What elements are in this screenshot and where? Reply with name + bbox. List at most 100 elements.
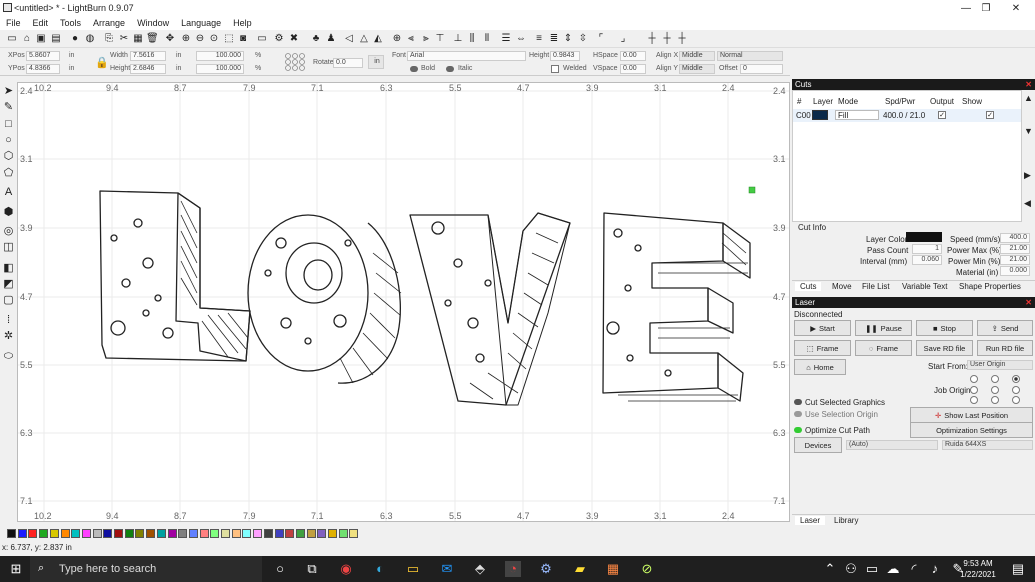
power-max-field[interactable]: 21.00 (1000, 244, 1030, 254)
order-icon[interactable]: ≡ (533, 33, 545, 45)
origin-radio-br[interactable] (1012, 396, 1020, 404)
align-vcenter-icon[interactable]: ⫼ (466, 33, 478, 45)
order-4-icon[interactable]: ⇳ (577, 33, 589, 45)
offset-icon[interactable]: ◎ (2, 225, 15, 238)
clock-date[interactable]: 1/22/2021 (955, 570, 1001, 579)
align-center-icon[interactable]: ⊕ (391, 33, 403, 45)
app-icon-2[interactable]: ▦ (605, 561, 621, 577)
menu-window[interactable]: Window (131, 18, 175, 28)
mode-select[interactable]: Fill (835, 110, 879, 120)
paste-icon[interactable]: ▦ (132, 33, 144, 45)
send-button[interactable]: ⇪ Send (977, 320, 1033, 336)
ellipse-icon[interactable]: ○ (2, 134, 15, 147)
palette-swatch[interactable] (210, 529, 220, 538)
vspace-field[interactable]: 0.00 (620, 64, 646, 74)
palette-swatch[interactable] (188, 529, 198, 538)
grid-2-icon[interactable]: ┼ (661, 33, 673, 45)
frame-button[interactable]: ⬚ Frame (794, 340, 851, 356)
chrome-icon[interactable]: ◉ (338, 561, 354, 577)
corner-2-icon[interactable]: ⌟ (617, 33, 629, 45)
tab-move[interactable]: Move (832, 282, 852, 291)
move-layer-up-icon[interactable]: ▲ (1024, 93, 1033, 103)
port-select[interactable]: (Auto) (846, 440, 938, 450)
origin-radio-ml[interactable] (970, 386, 978, 394)
palette-swatch[interactable] (156, 529, 166, 538)
pause-button[interactable]: ❚❚ Pause (855, 320, 912, 336)
menu-edit[interactable]: Edit (27, 18, 55, 28)
palette-swatch[interactable] (49, 529, 59, 538)
file-explorer-icon[interactable]: ▭ (405, 561, 421, 577)
ypos-field[interactable]: 4.8366 (26, 64, 60, 74)
width-field[interactable]: 7.5616 (130, 51, 166, 61)
align-top-icon[interactable]: ⊤ (434, 33, 446, 45)
devices-button[interactable]: Devices (794, 437, 842, 453)
menu-file[interactable]: File (0, 18, 27, 28)
palette-swatch[interactable] (114, 529, 123, 538)
show-checkbox[interactable]: ✓ (986, 111, 994, 119)
move-layer-down-icon[interactable]: ▼ (1024, 126, 1033, 136)
edge-icon[interactable]: ◐ (372, 561, 388, 577)
aligny-select[interactable]: Middle (679, 64, 715, 74)
copy-icon[interactable]: ⎘ (103, 33, 115, 45)
laser-close-icon[interactable]: ✕ (1025, 297, 1032, 308)
alignx-select[interactable]: Middle (679, 51, 715, 61)
import-icon[interactable]: ● (69, 33, 81, 45)
palette-swatch[interactable] (295, 529, 305, 538)
origin-radio-tr[interactable] (1012, 375, 1020, 383)
cuts-close-icon[interactable]: ✕ (1025, 79, 1032, 90)
rotate-field[interactable]: 0.0 (333, 58, 363, 68)
settings-icon[interactable]: ⚙ (273, 33, 285, 45)
cortana-icon[interactable]: ○ (272, 561, 288, 577)
tab-file-list[interactable]: File List (862, 282, 890, 291)
scale-h-field[interactable]: 100.000 (196, 64, 244, 74)
taskbar-search[interactable]: ⌕ Type here to search (30, 556, 262, 582)
origin-radio-mc[interactable] (991, 386, 999, 394)
device-select[interactable]: Ruida 644XS (942, 440, 1033, 450)
zoom-fit-icon[interactable]: ⊙ (208, 33, 220, 45)
boolean-icon[interactable]: ◧ (2, 262, 15, 275)
polygon-icon[interactable]: ⬡ (2, 150, 15, 163)
palette-swatch[interactable] (231, 529, 241, 538)
power-min-field[interactable]: 21.00 (1000, 255, 1030, 265)
palette-swatch[interactable] (349, 529, 359, 538)
save-rd-button[interactable]: Save RD file (916, 340, 973, 356)
anchor-grid-icon[interactable] (284, 52, 306, 72)
new-file-icon[interactable]: ▭ (6, 33, 18, 45)
save-icon[interactable]: ▣ (35, 33, 47, 45)
sticky-notes-icon[interactable]: ▰ (572, 561, 588, 577)
boolean-3-icon[interactable]: ▢ (2, 294, 15, 307)
polygon-2-icon[interactable]: ⬠ (2, 167, 15, 180)
edit-nodes-icon[interactable]: ✎ (2, 101, 15, 114)
optimize-toggle[interactable] (794, 427, 802, 433)
steam-icon[interactable]: ⚙ (538, 561, 554, 577)
zoom-page-icon[interactable]: ⬚ (223, 33, 235, 45)
flip-h-icon[interactable]: ◁ (343, 33, 355, 45)
task-view-icon[interactable]: ⧉ (304, 561, 320, 577)
pass-count-field[interactable]: 1 (912, 244, 942, 254)
tab-laser[interactable]: Laser (795, 516, 826, 525)
export-icon[interactable]: ◍ (84, 33, 96, 45)
cut-icon[interactable]: ✂ (118, 33, 130, 45)
palette-swatch[interactable] (274, 529, 284, 538)
palette-swatch[interactable] (242, 529, 252, 538)
palette-swatch[interactable] (306, 529, 316, 538)
select-icon[interactable]: ➤ (2, 85, 15, 98)
origin-radio-tc[interactable] (991, 375, 999, 383)
start-from-select[interactable]: User Origin (967, 360, 1033, 370)
tray-chevron-icon[interactable]: ⌃ (822, 561, 838, 577)
design-canvas[interactable]: 10.2 9.4 8.7 7.9 7.1 6.3 5.5 4.7 3.9 3.1… (17, 82, 790, 522)
cut-selected-toggle[interactable] (794, 399, 802, 405)
welded-checkbox[interactable] (551, 65, 559, 73)
move-icon[interactable]: ✥ (164, 33, 176, 45)
align-left-icon[interactable]: ⫷ (405, 33, 417, 45)
palette-swatch[interactable] (263, 529, 273, 538)
flip-v-icon[interactable]: △ (358, 33, 370, 45)
use-selection-toggle[interactable] (794, 411, 802, 417)
palette-swatch[interactable] (28, 529, 38, 538)
unit-toggle-button[interactable]: in (368, 55, 384, 69)
origin-radio-mr[interactable] (1012, 386, 1020, 394)
origin-radio-bl[interactable] (970, 396, 978, 404)
volume-icon[interactable]: ♪ (927, 561, 943, 577)
hspace-field[interactable]: 0.00 (620, 51, 646, 61)
delete-icon[interactable]: 🗑 (146, 33, 159, 45)
